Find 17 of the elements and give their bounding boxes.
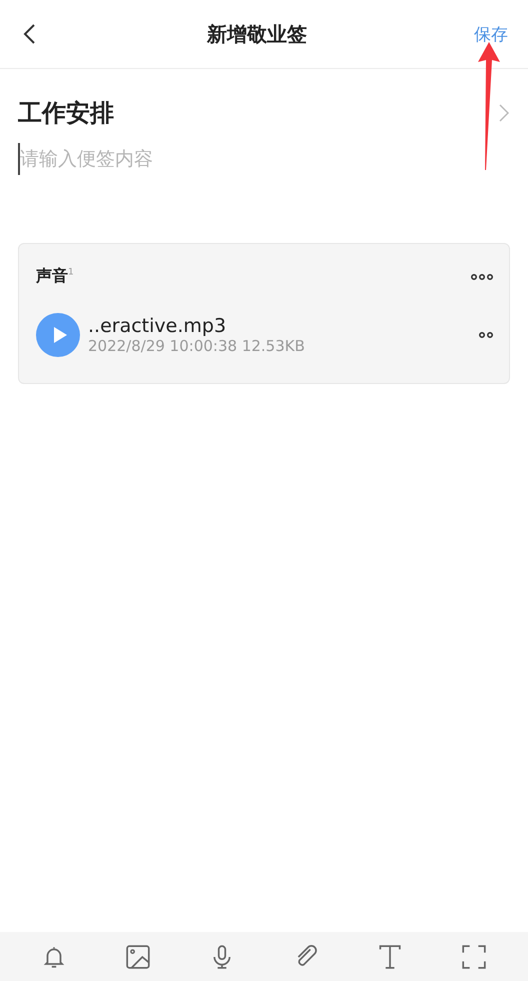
section-heading: 声音$^{1}$ [36,266,74,287]
chevron-right-icon [498,103,510,123]
back-icon [22,23,36,45]
image-icon[interactable] [125,944,151,970]
fullscreen-icon[interactable] [461,944,487,970]
more-icon[interactable] [479,332,493,338]
page-title: 新增敬业签 [207,20,307,48]
text-format-icon[interactable] [377,944,403,970]
play-button[interactable] [36,313,80,357]
text-cursor [18,143,20,175]
save-button[interactable]: 保存 [474,22,508,46]
file-name: ..eractive.mp3 [88,315,228,337]
note-title: 工作安排 [18,98,114,129]
file-info: 2022/8/29 10:00:38 12.53KB [88,337,306,355]
content-input-field[interactable]: 请输入便签内容 [20,148,510,170]
play-icon [52,326,68,344]
more-icon[interactable] [471,274,493,280]
